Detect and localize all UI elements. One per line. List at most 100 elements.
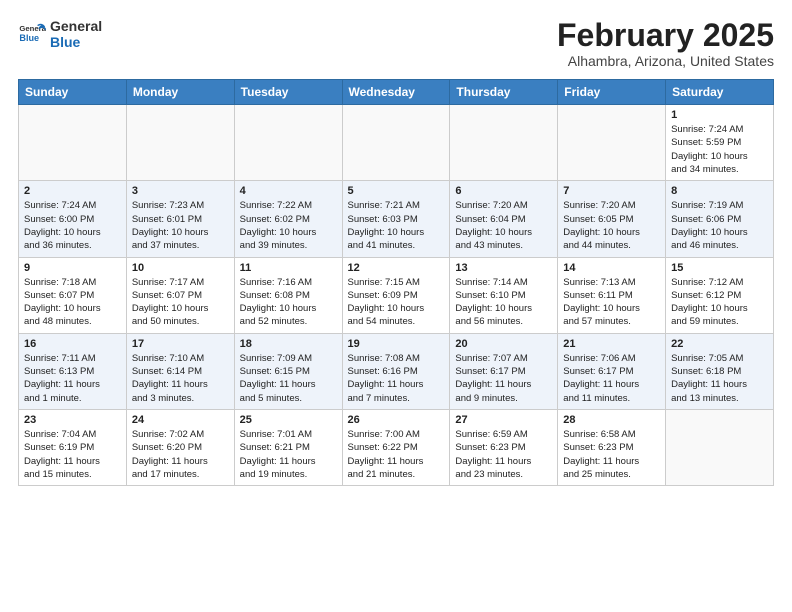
location-subtitle: Alhambra, Arizona, United States bbox=[557, 53, 774, 69]
day-cell: 22 Sunrise: 7:05 AM Sunset: 6:18 PM Dayli… bbox=[666, 333, 774, 409]
day-cell: 9Sunrise: 7:18 AM Sunset: 6:07 PM Daylig… bbox=[19, 257, 127, 333]
calendar-page: General Blue General Blue February 2025 … bbox=[0, 0, 792, 496]
day-info: Sunrise: 7:24 AM Sunset: 6:00 PM Dayligh… bbox=[24, 199, 121, 252]
day-cell: 21 Sunrise: 7:06 AM Sunset: 6:17 PM Dayli… bbox=[558, 333, 666, 409]
day-cell bbox=[126, 105, 234, 181]
day-number: 15 bbox=[671, 262, 768, 274]
day-cell: 1 Sunrise: 7:24 AM Sunset: 5:59 PM Daylig… bbox=[666, 105, 774, 181]
day-cell: 10 Sunrise: 7:17 AM Sunset: 6:07 PM Dayli… bbox=[126, 257, 234, 333]
day-info: Sunrise: 6:58 AM Sunset: 6:23 PM Dayligh… bbox=[563, 428, 660, 481]
day-info: Sunrise: 6:59 AM Sunset: 6:23 PM Dayligh… bbox=[455, 428, 552, 481]
day-cell: 26 Sunrise: 7:00 AM Sunset: 6:22 PM Dayli… bbox=[342, 409, 450, 485]
weekday-header-tuesday: Tuesday bbox=[234, 80, 342, 105]
day-cell bbox=[342, 105, 450, 181]
day-number: 18 bbox=[240, 338, 337, 350]
day-number: 11 bbox=[240, 262, 337, 274]
day-cell: 6 Sunrise: 7:20 AM Sunset: 6:04 PM Daylig… bbox=[450, 181, 558, 257]
day-number: 1 bbox=[671, 109, 768, 121]
logo-icon: General Blue bbox=[18, 20, 46, 48]
day-cell bbox=[450, 105, 558, 181]
day-cell: 15 Sunrise: 7:12 AM Sunset: 6:12 PM Dayli… bbox=[666, 257, 774, 333]
day-cell: 17Sunrise: 7:10 AM Sunset: 6:14 PM Dayli… bbox=[126, 333, 234, 409]
logo: General Blue General Blue bbox=[18, 18, 102, 50]
logo-blue: Blue bbox=[50, 34, 102, 50]
day-info: Sunrise: 7:21 AM Sunset: 6:03 PM Dayligh… bbox=[348, 199, 445, 252]
day-info: Sunrise: 7:09 AM Sunset: 6:15 PM Dayligh… bbox=[240, 352, 337, 405]
day-number: 9 bbox=[24, 262, 121, 274]
page-header: General Blue General Blue February 2025 … bbox=[18, 18, 774, 69]
day-info: Sunrise: 7:13 AM Sunset: 6:11 PM Dayligh… bbox=[563, 276, 660, 329]
week-row-4: 16 Sunrise: 7:11 AM Sunset: 6:13 PM Dayli… bbox=[19, 333, 774, 409]
day-cell: 7 Sunrise: 7:20 AM Sunset: 6:05 PM Daylig… bbox=[558, 181, 666, 257]
day-number: 27 bbox=[455, 414, 552, 426]
day-number: 16 bbox=[24, 338, 121, 350]
day-number: 14 bbox=[563, 262, 660, 274]
day-info: Sunrise: 7:01 AM Sunset: 6:21 PM Dayligh… bbox=[240, 428, 337, 481]
day-number: 26 bbox=[348, 414, 445, 426]
day-number: 17 bbox=[132, 338, 229, 350]
week-row-2: 2Sunrise: 7:24 AM Sunset: 6:00 PM Daylig… bbox=[19, 181, 774, 257]
day-info: Sunrise: 7:05 AM Sunset: 6:18 PM Dayligh… bbox=[671, 352, 768, 405]
day-info: Sunrise: 7:00 AM Sunset: 6:22 PM Dayligh… bbox=[348, 428, 445, 481]
day-info: Sunrise: 7:23 AM Sunset: 6:01 PM Dayligh… bbox=[132, 199, 229, 252]
month-title: February 2025 bbox=[557, 18, 774, 53]
day-number: 12 bbox=[348, 262, 445, 274]
day-number: 7 bbox=[563, 185, 660, 197]
day-number: 13 bbox=[455, 262, 552, 274]
day-number: 24 bbox=[132, 414, 229, 426]
day-number: 19 bbox=[348, 338, 445, 350]
day-number: 20 bbox=[455, 338, 552, 350]
title-block: February 2025 Alhambra, Arizona, United … bbox=[557, 18, 774, 69]
day-cell: 23 Sunrise: 7:04 AM Sunset: 6:19 PM Dayli… bbox=[19, 409, 127, 485]
day-info: Sunrise: 7:20 AM Sunset: 6:05 PM Dayligh… bbox=[563, 199, 660, 252]
day-info: Sunrise: 7:04 AM Sunset: 6:19 PM Dayligh… bbox=[24, 428, 121, 481]
day-info: Sunrise: 7:22 AM Sunset: 6:02 PM Dayligh… bbox=[240, 199, 337, 252]
day-cell: 14 Sunrise: 7:13 AM Sunset: 6:11 PM Dayli… bbox=[558, 257, 666, 333]
week-row-3: 9Sunrise: 7:18 AM Sunset: 6:07 PM Daylig… bbox=[19, 257, 774, 333]
day-number: 23 bbox=[24, 414, 121, 426]
day-info: Sunrise: 7:16 AM Sunset: 6:08 PM Dayligh… bbox=[240, 276, 337, 329]
day-cell: 18 Sunrise: 7:09 AM Sunset: 6:15 PM Dayli… bbox=[234, 333, 342, 409]
day-number: 6 bbox=[455, 185, 552, 197]
logo-general: General bbox=[50, 18, 102, 34]
day-number: 25 bbox=[240, 414, 337, 426]
day-cell bbox=[558, 105, 666, 181]
day-number: 3 bbox=[132, 185, 229, 197]
day-cell: 20 Sunrise: 7:07 AM Sunset: 6:17 PM Dayli… bbox=[450, 333, 558, 409]
day-cell: 19Sunrise: 7:08 AM Sunset: 6:16 PM Dayli… bbox=[342, 333, 450, 409]
weekday-header-thursday: Thursday bbox=[450, 80, 558, 105]
weekday-header-saturday: Saturday bbox=[666, 80, 774, 105]
weekday-header-monday: Monday bbox=[126, 80, 234, 105]
day-info: Sunrise: 7:12 AM Sunset: 6:12 PM Dayligh… bbox=[671, 276, 768, 329]
svg-text:Blue: Blue bbox=[19, 33, 39, 43]
day-info: Sunrise: 7:07 AM Sunset: 6:17 PM Dayligh… bbox=[455, 352, 552, 405]
day-info: Sunrise: 7:17 AM Sunset: 6:07 PM Dayligh… bbox=[132, 276, 229, 329]
day-cell: 28 Sunrise: 6:58 AM Sunset: 6:23 PM Dayli… bbox=[558, 409, 666, 485]
weekday-header-row: SundayMondayTuesdayWednesdayThursdayFrid… bbox=[19, 80, 774, 105]
day-cell: 25 Sunrise: 7:01 AM Sunset: 6:21 PM Dayli… bbox=[234, 409, 342, 485]
day-cell bbox=[19, 105, 127, 181]
day-cell: 4 Sunrise: 7:22 AM Sunset: 6:02 PM Daylig… bbox=[234, 181, 342, 257]
day-cell: 3 Sunrise: 7:23 AM Sunset: 6:01 PM Daylig… bbox=[126, 181, 234, 257]
day-info: Sunrise: 7:06 AM Sunset: 6:17 PM Dayligh… bbox=[563, 352, 660, 405]
weekday-header-friday: Friday bbox=[558, 80, 666, 105]
day-number: 10 bbox=[132, 262, 229, 274]
day-cell: 5 Sunrise: 7:21 AM Sunset: 6:03 PM Daylig… bbox=[342, 181, 450, 257]
day-cell: 12 Sunrise: 7:15 AM Sunset: 6:09 PM Dayli… bbox=[342, 257, 450, 333]
day-cell bbox=[666, 409, 774, 485]
week-row-1: 1 Sunrise: 7:24 AM Sunset: 5:59 PM Daylig… bbox=[19, 105, 774, 181]
day-info: Sunrise: 7:24 AM Sunset: 5:59 PM Dayligh… bbox=[671, 123, 768, 176]
day-number: 21 bbox=[563, 338, 660, 350]
week-row-5: 23 Sunrise: 7:04 AM Sunset: 6:19 PM Dayli… bbox=[19, 409, 774, 485]
day-number: 4 bbox=[240, 185, 337, 197]
weekday-header-sunday: Sunday bbox=[19, 80, 127, 105]
weekday-header-wednesday: Wednesday bbox=[342, 80, 450, 105]
day-cell: 11 Sunrise: 7:16 AM Sunset: 6:08 PM Dayli… bbox=[234, 257, 342, 333]
day-cell bbox=[234, 105, 342, 181]
day-info: Sunrise: 7:11 AM Sunset: 6:13 PM Dayligh… bbox=[24, 352, 121, 405]
day-info: Sunrise: 7:15 AM Sunset: 6:09 PM Dayligh… bbox=[348, 276, 445, 329]
day-number: 5 bbox=[348, 185, 445, 197]
day-number: 28 bbox=[563, 414, 660, 426]
day-number: 22 bbox=[671, 338, 768, 350]
day-info: Sunrise: 7:20 AM Sunset: 6:04 PM Dayligh… bbox=[455, 199, 552, 252]
